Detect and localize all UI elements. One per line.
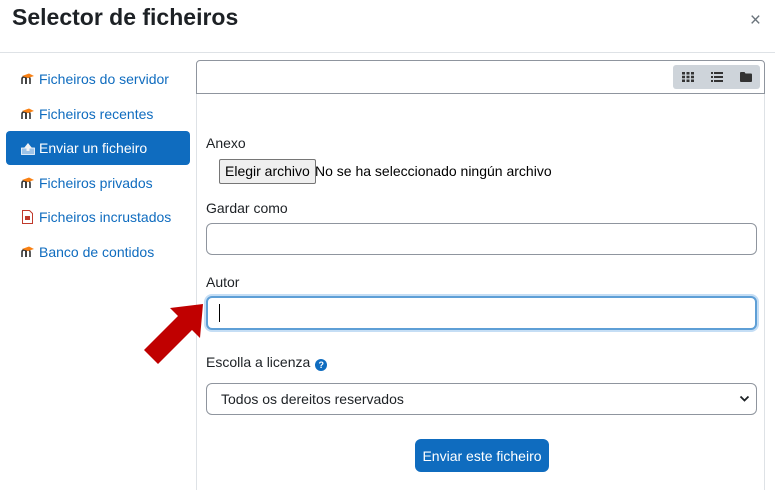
author-label: Autor [206,274,240,290]
sidebar-item-embedded-files[interactable]: Ficheiros incrustados [6,200,190,234]
moodle-icon [20,72,35,87]
no-file-selected-text: No se ha seleccionado ningún archivo [315,163,552,179]
repository-sidebar: Ficheiros do servidor Ficheiros recentes… [6,62,190,269]
dialog-title: Selector de ficheiros [12,4,239,30]
sidebar-item-label: Ficheiros do servidor [39,71,169,87]
dialog-header: Selector de ficheiros × [0,0,775,53]
sidebar-item-server-files[interactable]: Ficheiros do servidor [6,62,190,96]
moodle-icon [20,175,35,190]
moodle-icon [20,106,35,121]
save-as-input[interactable] [206,223,757,255]
sidebar-item-label: Enviar un ficheiro [39,140,148,156]
sidebar-item-label: Ficheiros recentes [39,105,154,122]
moodle-icon [20,244,35,259]
license-selected-value: Todos os dereitos reservados [221,391,404,407]
view-switcher [673,65,760,89]
text-caret [219,304,220,322]
close-icon[interactable]: × [750,11,761,31]
sidebar-item-label: Banco de contidos [39,243,155,260]
sidebar-item-label: Ficheiros privados [39,174,153,191]
grid-view-icon[interactable] [673,65,702,89]
sidebar-item-recent-files[interactable]: Ficheiros recentes [6,97,190,131]
upload-form-panel [196,94,765,490]
sidebar-item-content-bank[interactable]: Banco de contidos [6,235,190,269]
file-picker-toolbar [196,60,765,94]
choose-file-button[interactable]: Elegir archivo [219,159,316,184]
license-label: Escolla a licenza [206,354,311,370]
save-as-label: Gardar como [206,200,288,216]
sidebar-item-label: Ficheiros incrustados [39,209,172,225]
submit-upload-button[interactable]: Enviar este ficheiro [415,439,549,472]
list-view-icon[interactable] [702,65,731,89]
upload-icon [20,141,35,156]
sidebar-item-private-files[interactable]: Ficheiros privados [6,166,190,200]
sidebar-item-upload-file[interactable]: Enviar un ficheiro [6,131,190,165]
license-label-row: Escolla a licenza? [206,354,328,371]
license-select[interactable]: Todos os dereitos reservados [206,383,757,415]
help-icon[interactable]: ? [315,359,328,371]
annotation-arrow-icon [144,304,203,364]
author-input[interactable] [206,296,757,330]
document-icon [20,210,35,225]
chevron-down-icon [739,384,750,427]
attachment-label: Anexo [206,135,246,151]
folder-view-icon[interactable] [731,65,760,89]
